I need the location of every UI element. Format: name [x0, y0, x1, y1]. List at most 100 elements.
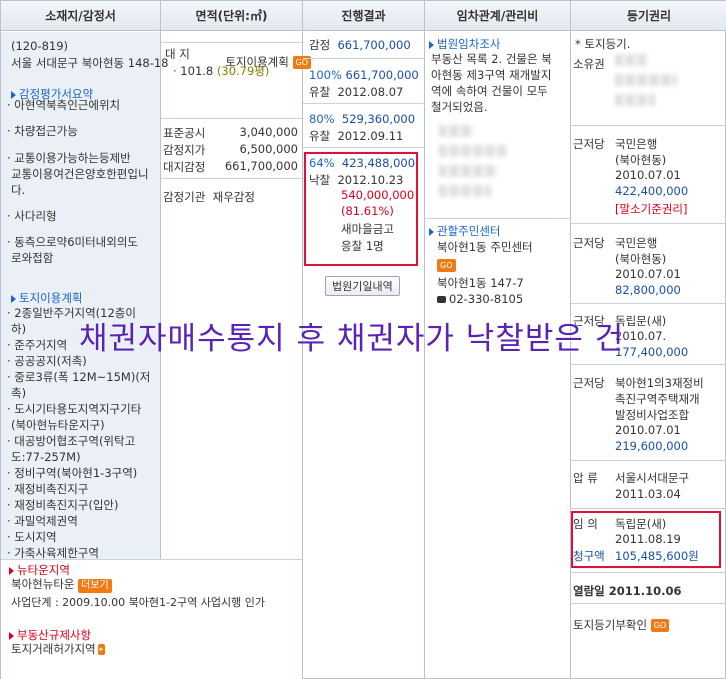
- newtown-name: 북아현뉴타운 더보기: [11, 576, 112, 593]
- area-body: 토지이용계획 GO 대 지 · 101.8 (30.79평) 표준공시 3,04…: [161, 32, 311, 559]
- redacted-owner: [615, 54, 647, 66]
- land-use-item: 도:77-257M): [11, 450, 81, 464]
- land-use-item: · 도시지역: [7, 530, 57, 544]
- mortgage4-name: 발정비사업조합: [615, 408, 690, 422]
- land-use-item: · 재정비촉진지구: [7, 482, 89, 496]
- public-notice-label: 표준공시: [163, 126, 206, 140]
- appraisal-item: · 차량접근가능: [7, 124, 78, 138]
- land-use-item: · 공공공지(저촉): [7, 354, 87, 368]
- appraisal-item: 로와접함: [11, 251, 54, 265]
- land-use-item: · 과밀억제권역: [7, 514, 78, 528]
- public-notice-value: 3,040,000: [239, 125, 298, 139]
- tenant-header: 임차관계/관리비: [425, 1, 570, 31]
- land-use-item: · 대공방어협조구역(위탁고: [7, 434, 136, 448]
- owner-label: 소유권: [573, 57, 605, 71]
- appraisal-item: · 동측으로약6미터내외의도: [7, 235, 139, 249]
- survey-text: 아현동 제3구역 재개발지: [431, 68, 552, 82]
- survey-text: 철거되었음.: [431, 100, 488, 114]
- round2-price: 80% 529,360,000: [309, 112, 416, 126]
- appraised-unit-label: 감정지가: [163, 143, 206, 157]
- land-use-item: · 도시기타용도지역지구기타: [7, 402, 142, 416]
- view-date: 열람일 2011.10.06: [573, 584, 682, 598]
- land-permit[interactable]: 토지거래허가지역 ▸: [11, 641, 106, 657]
- land-use-item: 촉): [11, 386, 27, 400]
- redacted-text: [439, 145, 507, 157]
- mortgage2-label: 근저당: [573, 236, 605, 250]
- mortgage1-bank: 국민은행: [615, 137, 658, 151]
- survey-text: 역에 속하여 건물이 모두: [431, 84, 548, 98]
- mortgage4-amount: 219,600,000: [615, 439, 689, 453]
- phone-icon: [437, 296, 446, 303]
- appraisal-item: · 교통이용가능하는등제반: [7, 151, 131, 165]
- newtown-section: 뉴타운지역 북아현뉴타운 더보기 사업단계 : 2009.10.00 북아현1-…: [1, 559, 303, 679]
- mortgage1-label: 근저당: [573, 137, 605, 151]
- appraisal-item: 교통이용여건은양호한편입니: [11, 167, 149, 181]
- land-appraisal-value: 661,700,000: [224, 159, 298, 173]
- land-use-item: (북아현뉴타운지구): [11, 418, 105, 432]
- community-center-address: 북아현1동 147-7: [437, 276, 524, 290]
- arrow-icon: [11, 294, 16, 303]
- court-tenant-survey-link[interactable]: 법원임차조사: [429, 36, 500, 52]
- mortgage4-name: 북아현1의3재정비: [615, 376, 704, 390]
- zipcode: (120-819): [11, 39, 69, 53]
- land-appraisal-label: 대지감정: [163, 160, 206, 174]
- court-schedule-button[interactable]: 법원기일내역: [325, 276, 400, 296]
- community-center-link[interactable]: 관할주민센터: [429, 223, 500, 239]
- arrow-icon: [9, 566, 14, 575]
- appraiser: 감정기관 재우감정: [163, 190, 255, 204]
- mortgage4-date: 2010.07.01: [615, 423, 681, 437]
- redacted-text: [439, 165, 497, 177]
- land-use-item: 하): [11, 322, 27, 336]
- redacted-text: [439, 125, 473, 137]
- mortgage1-amount: 422,400,000: [615, 184, 689, 198]
- auction-highlight-box: [571, 511, 721, 568]
- land-area: · 101.8 (30.79평): [173, 64, 270, 78]
- auction-detail-table: 소재지/감정서 (120-819) 서울 서대문구 북아현동 148-18 감정…: [0, 0, 726, 679]
- redacted-owner: [615, 94, 655, 106]
- mortgage2-branch: (북아현동): [615, 252, 667, 266]
- land-use-item: · 준주거지역: [7, 338, 68, 352]
- land-use-link[interactable]: 토지이용계획: [11, 290, 82, 306]
- community-center-phone: 02-330-8105: [437, 292, 523, 306]
- location-header: 소재지/감정서: [1, 1, 160, 31]
- arrow-icon: [429, 40, 434, 49]
- project-stage: 사업단계 : 2009.10.00 북아현1-2구역 사업시행 인가: [11, 596, 265, 609]
- progress-header: 진행결과: [303, 1, 424, 31]
- seizure-label: 압 류: [573, 471, 598, 485]
- mortgage2-date: 2010.07.01: [615, 267, 681, 281]
- mortgage2-amount: 82,800,000: [615, 283, 681, 297]
- cancellation-base-right: [말소기준권리]: [615, 202, 688, 216]
- mortgage1-branch: (북아현동): [615, 153, 667, 167]
- land-label: 대 지: [165, 47, 190, 61]
- mortgage4-label: 근저당: [573, 376, 605, 390]
- mortgage1-date: 2010.07.01: [615, 168, 681, 182]
- more-button[interactable]: 더보기: [78, 579, 112, 593]
- seizure-date: 2011.03.04: [615, 487, 681, 501]
- appraised-unit-value: 6,500,000: [239, 142, 298, 156]
- land-registry-label: * 토지등기.: [575, 37, 631, 51]
- community-center-name: 북아현1동 주민센터: [437, 240, 533, 254]
- go-button[interactable]: GO: [437, 258, 456, 272]
- appraisal-item: · 아현역북측인근에위치: [7, 98, 121, 112]
- seizure-name: 서울시서대문구: [615, 471, 690, 485]
- area-column: 면적(단위:㎡) 토지이용계획 GO 대 지 · 101.8 (30.79평) …: [161, 1, 311, 559]
- round1-price: 100% 661,700,000: [309, 68, 419, 82]
- go-icon: ▸: [97, 644, 106, 655]
- winning-highlight-box: [304, 152, 418, 266]
- round2-result: 유찰 2012.09.11: [309, 129, 404, 143]
- land-use-item: · 정비구역(북아현1-3구역): [7, 466, 138, 480]
- land-use-item: · 재정비촉진지구(입안): [7, 498, 119, 512]
- appraisal-price: 감정 661,700,000: [309, 38, 411, 52]
- survey-text: 부동산 목록 2. 건물은 북: [431, 52, 552, 66]
- registry-header: 등기권리: [571, 1, 726, 31]
- arrow-icon: [429, 227, 434, 236]
- round1-result: 유찰 2012.08.07: [309, 85, 404, 99]
- overlay-caption: 채권자매수통지 후 채권자가 낙찰받은 건: [79, 321, 625, 357]
- appraisal-item: 다.: [11, 183, 26, 197]
- land-use-item: · 중로3류(폭 12M~15M)(저: [7, 370, 151, 384]
- appraisal-item: · 사다리형: [7, 209, 57, 223]
- mortgage3-amount: 177,400,000: [615, 345, 689, 359]
- land-registry-check-link[interactable]: 토지등기부확인 GO: [573, 617, 670, 633]
- arrow-icon: [9, 631, 14, 640]
- area-header: 면적(단위:㎡): [161, 1, 302, 31]
